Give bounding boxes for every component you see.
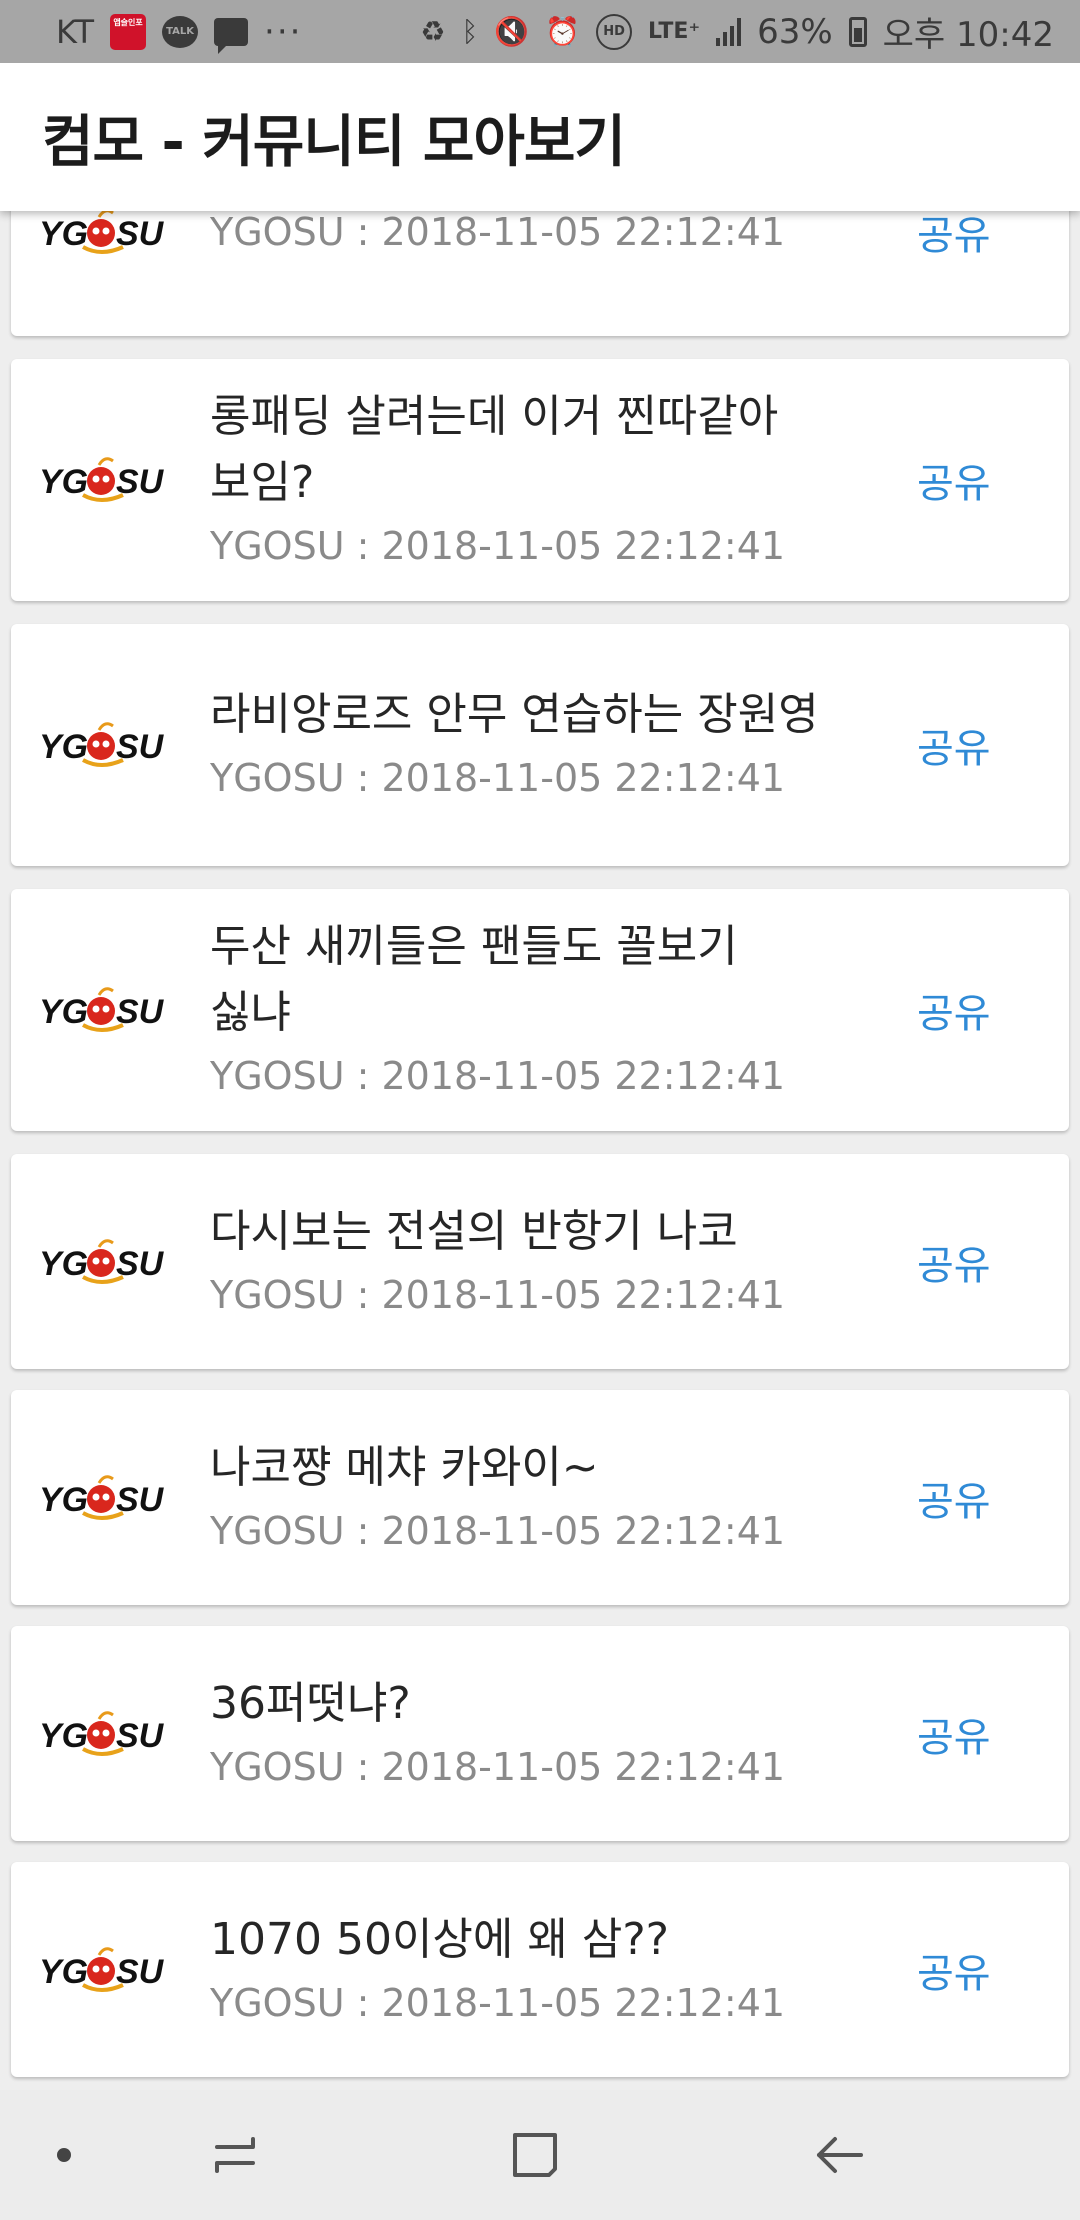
- list-item[interactable]: YG SU 라비앙로즈 안무 연습하는 장원영 YGOSU : 2018-11-0…: [11, 624, 1069, 866]
- ygosu-logo: YG SU: [39, 1709, 174, 1759]
- ygosu-logo: YG SU: [39, 720, 174, 770]
- share-button[interactable]: 공유: [917, 981, 991, 1039]
- share-button[interactable]: 공유: [917, 1233, 991, 1291]
- list-item[interactable]: YG SU 롱패딩 살려는데 이거 찐따같아 보임? YGOSU : 2018-1…: [11, 359, 1069, 601]
- share-button[interactable]: 공유: [917, 1941, 991, 1999]
- ygosu-logo: YG SU: [39, 207, 174, 257]
- ygosu-logo: YG SU: [39, 1945, 174, 1995]
- app-bar: 컴모 - 커뮤니티 모아보기: [0, 63, 1080, 211]
- share-button[interactable]: 공유: [917, 203, 991, 261]
- svg-text:YG: YG: [39, 1245, 88, 1283]
- ygosu-logo: YG SU: [39, 455, 174, 505]
- svg-text:YG: YG: [39, 1481, 88, 1519]
- navigation-bar: [0, 2090, 1080, 2220]
- post-title[interactable]: 다시보는 전설의 반항기 나코: [210, 1199, 830, 1265]
- home-icon[interactable]: [490, 2090, 580, 2220]
- mute-icon: 🔇: [494, 15, 530, 48]
- svg-text:YG: YG: [39, 463, 88, 501]
- status-bar: KT 앱슬인포 TALK ··· ♻ ᛒ 🔇 ⏰ HD LTE⁺ 63% 오후 …: [0, 0, 1080, 63]
- battery-saver-icon: ♻: [420, 15, 446, 48]
- svg-text:YG: YG: [39, 1717, 88, 1755]
- battery-icon: [848, 16, 867, 47]
- share-button[interactable]: 공유: [917, 716, 991, 774]
- post-meta: YGOSU : 2018-11-05 22:12:41: [210, 756, 786, 800]
- share-button[interactable]: 공유: [917, 1705, 991, 1763]
- post-title[interactable]: 36퍼떳냐?: [210, 1671, 830, 1737]
- share-button[interactable]: 공유: [917, 451, 991, 509]
- clock: 오후 10:42: [882, 15, 1054, 55]
- list-item[interactable]: YG SU 나코쨩 메챠 카와이~ YGOSU : 2018-11-05 22:1…: [11, 1390, 1069, 1605]
- kakaotalk-icon: TALK: [162, 15, 199, 48]
- svg-text:YG: YG: [39, 993, 88, 1031]
- battery-percent: 63%: [757, 11, 833, 52]
- carrier-label: KT: [56, 12, 95, 51]
- post-meta: YGOSU : 2018-11-05 22:12:41: [210, 1980, 786, 2025]
- lte-icon: LTE⁺: [648, 19, 701, 44]
- more-notifications-icon: ···: [264, 11, 303, 52]
- post-title[interactable]: 1070 50이상에 왜 삼??: [210, 1907, 830, 1973]
- dot-icon[interactable]: [34, 2090, 94, 2220]
- post-meta: YGOSU : 2018-11-05 22:12:41: [210, 524, 786, 568]
- svg-text:YG: YG: [39, 1953, 88, 1991]
- post-meta: YGOSU : 2018-11-05 22:12:41: [210, 1508, 786, 1553]
- ygosu-logo: YG SU: [39, 1473, 174, 1523]
- post-title[interactable]: 나코쨩 메챠 카와이~: [210, 1435, 830, 1501]
- svg-text:YG: YG: [39, 215, 88, 253]
- svg-text:SU: SU: [116, 1245, 165, 1283]
- ygosu-logo: YG SU: [39, 985, 174, 1035]
- svg-text:SU: SU: [116, 463, 165, 501]
- app-notification-icon: 앱슬인포: [110, 13, 147, 50]
- list-item[interactable]: YG SU 두산 새끼들은 팬들도 꼴보기 싫냐 YGOSU : 2018-11-…: [11, 889, 1069, 1131]
- post-meta: YGOSU : 2018-11-05 22:12:41: [210, 1272, 786, 1317]
- svg-text:SU: SU: [116, 993, 165, 1031]
- message-icon: [214, 17, 249, 54]
- back-icon[interactable]: [794, 2090, 884, 2220]
- post-title[interactable]: 롱패딩 살려는데 이거 찐따같아 보임?: [210, 384, 830, 516]
- svg-text:SU: SU: [116, 1717, 165, 1755]
- svg-text:SU: SU: [116, 728, 165, 766]
- page-title: 컴모 - 커뮤니티 모아보기: [42, 109, 626, 175]
- share-button[interactable]: 공유: [917, 1469, 991, 1527]
- post-title[interactable]: 라비앙로즈 안무 연습하는 장원영: [210, 682, 830, 748]
- ygosu-logo: YG SU: [39, 1237, 174, 1287]
- post-meta: YGOSU : 2018-11-05 22:12:41: [210, 1744, 786, 1789]
- list-item[interactable]: YG SU 다시보는 전설의 반항기 나코 YGOSU : 2018-11-05 …: [11, 1154, 1069, 1369]
- alarm-icon: ⏰: [545, 15, 581, 48]
- hd-voice-icon: HD: [596, 13, 633, 50]
- svg-text:YG: YG: [39, 728, 88, 766]
- signal-icon: [716, 17, 742, 46]
- post-list[interactable]: YG SU YGOSU : 2018-11-05 22:12:41 공유 YG SU…: [0, 0, 1080, 2090]
- bluetooth-icon: ᛒ: [461, 15, 479, 48]
- list-item[interactable]: YG SU 1070 50이상에 왜 삼?? YGOSU : 2018-11-05…: [11, 1862, 1069, 2077]
- svg-text:SU: SU: [116, 1953, 165, 1991]
- svg-text:SU: SU: [116, 215, 165, 253]
- post-title[interactable]: 두산 새끼들은 팬들도 꼴보기 싫냐: [210, 914, 830, 1046]
- svg-text:SU: SU: [116, 1481, 165, 1519]
- list-item[interactable]: YG SU 36퍼떳냐? YGOSU : 2018-11-05 22:12:41 …: [11, 1626, 1069, 1841]
- post-meta: YGOSU : 2018-11-05 22:12:41: [210, 1054, 786, 1098]
- recent-apps-icon[interactable]: [190, 2090, 280, 2220]
- post-meta: YGOSU : 2018-11-05 22:12:41: [210, 210, 786, 254]
